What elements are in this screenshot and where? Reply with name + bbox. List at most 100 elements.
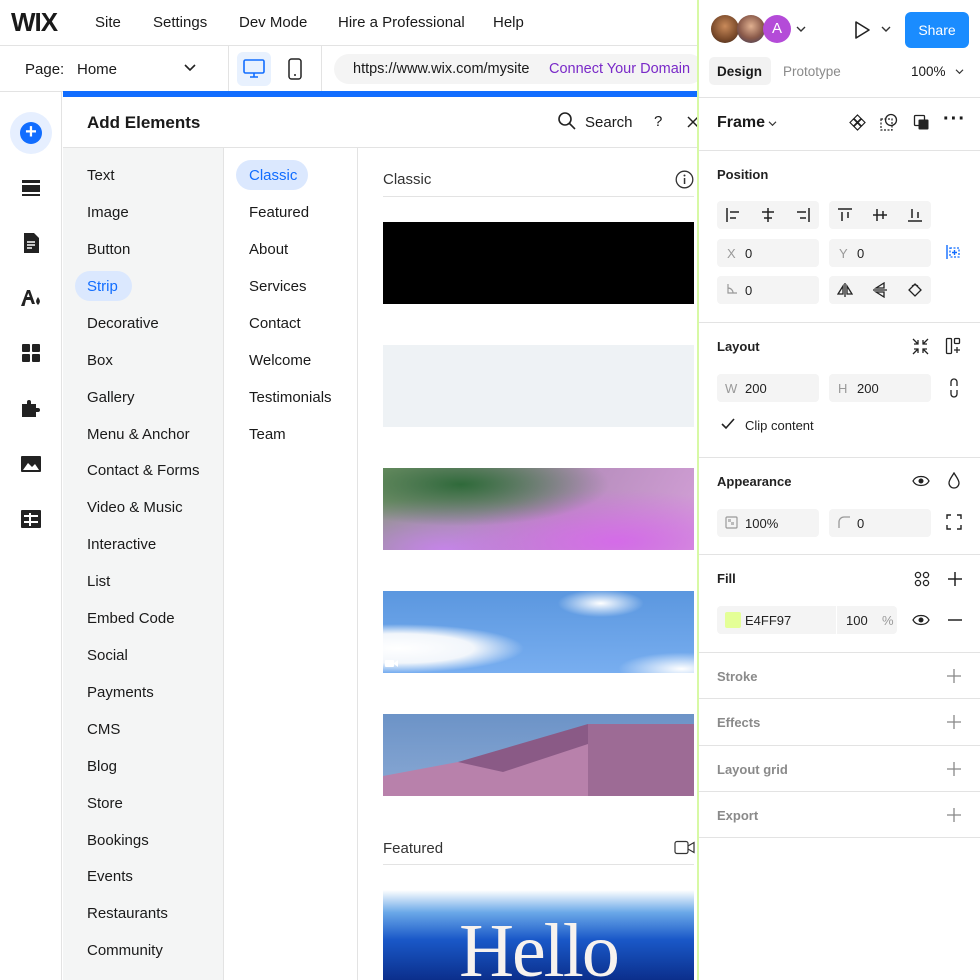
strip-thumb-featured-hello[interactable]: Hello: [383, 890, 694, 980]
avatar-2[interactable]: [737, 15, 765, 43]
auto-layout-icon[interactable]: [945, 337, 963, 355]
chevron-down-icon[interactable]: [881, 25, 891, 33]
align-right-icon[interactable]: [795, 207, 811, 223]
category-blog[interactable]: Blog: [87, 758, 117, 775]
chevron-down-icon[interactable]: [955, 68, 964, 75]
pages-icon[interactable]: [19, 231, 43, 255]
clip-content-label[interactable]: Clip content: [745, 418, 814, 433]
menu-hire-professional[interactable]: Hire a Professional: [338, 14, 465, 31]
add-export-icon[interactable]: [946, 807, 962, 823]
add-fill-icon[interactable]: [947, 571, 963, 587]
category-text[interactable]: Text: [87, 167, 115, 184]
subcategory-team[interactable]: Team: [249, 426, 286, 443]
menu-help[interactable]: Help: [493, 14, 524, 31]
cms-table-icon[interactable]: [19, 507, 43, 531]
rotation-value[interactable]: 0: [745, 283, 752, 298]
category-list[interactable]: List: [87, 573, 110, 590]
subcategory-about[interactable]: About: [249, 241, 288, 258]
opacity-value[interactable]: 100%: [745, 516, 778, 531]
collapse-icon[interactable]: [912, 338, 929, 355]
fill-swatch[interactable]: [725, 612, 741, 628]
x-value[interactable]: 0: [745, 246, 752, 261]
eye-icon[interactable]: [912, 613, 930, 627]
category-social[interactable]: Social: [87, 647, 128, 664]
styles-icon[interactable]: [914, 571, 930, 587]
tab-prototype[interactable]: Prototype: [783, 64, 841, 79]
page-select[interactable]: Home: [77, 61, 117, 78]
chevron-down-icon[interactable]: [796, 25, 806, 33]
media-icon[interactable]: [19, 452, 43, 476]
more-options-icon[interactable]: ···: [943, 108, 966, 131]
y-value[interactable]: 0: [857, 246, 864, 261]
play-preview-icon[interactable]: [853, 20, 871, 40]
corner-radius-value[interactable]: 0: [857, 516, 864, 531]
tab-design[interactable]: Design: [717, 64, 762, 79]
category-restaurants[interactable]: Restaurants: [87, 905, 168, 922]
align-top-icon[interactable]: [837, 207, 853, 223]
constrain-proportions-icon[interactable]: [948, 378, 960, 398]
w-value[interactable]: 200: [745, 381, 767, 396]
category-community[interactable]: Community: [87, 942, 163, 959]
add-effect-icon[interactable]: [946, 714, 962, 730]
align-middle-icon[interactable]: [872, 207, 888, 223]
eye-icon[interactable]: [912, 474, 930, 488]
sections-icon[interactable]: [19, 176, 43, 200]
category-payments[interactable]: Payments: [87, 684, 154, 701]
category-menu-anchor[interactable]: Menu & Anchor: [87, 426, 190, 443]
component-icon[interactable]: [849, 114, 866, 131]
h-value[interactable]: 200: [857, 381, 879, 396]
align-bottom-icon[interactable]: [907, 207, 923, 223]
subcategory-testimonials[interactable]: Testimonials: [249, 389, 332, 406]
align-center-h-icon[interactable]: [760, 207, 776, 223]
search-icon[interactable]: [557, 111, 577, 131]
subcategory-featured[interactable]: Featured: [249, 204, 309, 221]
independent-corners-icon[interactable]: [946, 514, 962, 530]
stroke-title[interactable]: Stroke: [717, 669, 757, 684]
subcategory-contact[interactable]: Contact: [249, 315, 301, 332]
subcategory-classic[interactable]: Classic: [249, 167, 297, 184]
category-events[interactable]: Events: [87, 868, 133, 885]
design-theme-icon[interactable]: [19, 286, 43, 310]
zoom-select[interactable]: 100%: [911, 64, 946, 79]
menu-site[interactable]: Site: [95, 14, 121, 31]
constraints-icon[interactable]: [945, 243, 963, 261]
add-stroke-icon[interactable]: [946, 668, 962, 684]
rotate-90-icon[interactable]: [907, 282, 923, 298]
remove-fill-icon[interactable]: [947, 612, 963, 628]
category-video-music[interactable]: Video & Music: [87, 499, 183, 516]
layout-grid-title[interactable]: Layout grid: [717, 762, 788, 777]
fill-opacity[interactable]: 100: [846, 613, 868, 628]
chevron-down-icon[interactable]: [768, 120, 777, 127]
blend-mode-icon[interactable]: [948, 472, 960, 489]
help-button[interactable]: ?: [654, 113, 662, 130]
category-button[interactable]: Button: [87, 241, 130, 258]
category-gallery[interactable]: Gallery: [87, 389, 135, 406]
category-image[interactable]: Image: [87, 204, 129, 221]
mobile-view-button[interactable]: [280, 52, 310, 86]
avatar-1[interactable]: [711, 15, 739, 43]
category-decorative[interactable]: Decorative: [87, 315, 159, 332]
connect-domain-link[interactable]: Connect Your Domain: [549, 61, 690, 77]
strip-thumb-sky[interactable]: [383, 591, 694, 673]
fill-hex[interactable]: E4FF97: [745, 613, 791, 628]
apps-icon[interactable]: [19, 341, 43, 365]
category-contact-forms[interactable]: Contact & Forms: [87, 462, 200, 479]
puzzle-icon[interactable]: [19, 396, 43, 420]
fill-field[interactable]: [717, 606, 897, 634]
flip-horizontal-icon[interactable]: [837, 282, 853, 298]
mask-icon[interactable]: [879, 113, 899, 133]
add-layout-grid-icon[interactable]: [946, 761, 962, 777]
info-icon[interactable]: [675, 170, 694, 189]
boolean-icon[interactable]: [913, 114, 930, 131]
strip-thumb-black[interactable]: [383, 222, 694, 304]
strip-thumb-light[interactable]: [383, 345, 694, 427]
strip-thumb-gradient[interactable]: [383, 468, 694, 550]
category-box[interactable]: Box: [87, 352, 113, 369]
subcategory-services[interactable]: Services: [249, 278, 307, 295]
subcategory-welcome[interactable]: Welcome: [249, 352, 311, 369]
desktop-view-button[interactable]: [237, 52, 271, 86]
category-store[interactable]: Store: [87, 795, 123, 812]
menu-dev-mode[interactable]: Dev Mode: [239, 14, 307, 31]
chevron-down-icon[interactable]: [183, 60, 197, 74]
category-cms[interactable]: CMS: [87, 721, 120, 738]
